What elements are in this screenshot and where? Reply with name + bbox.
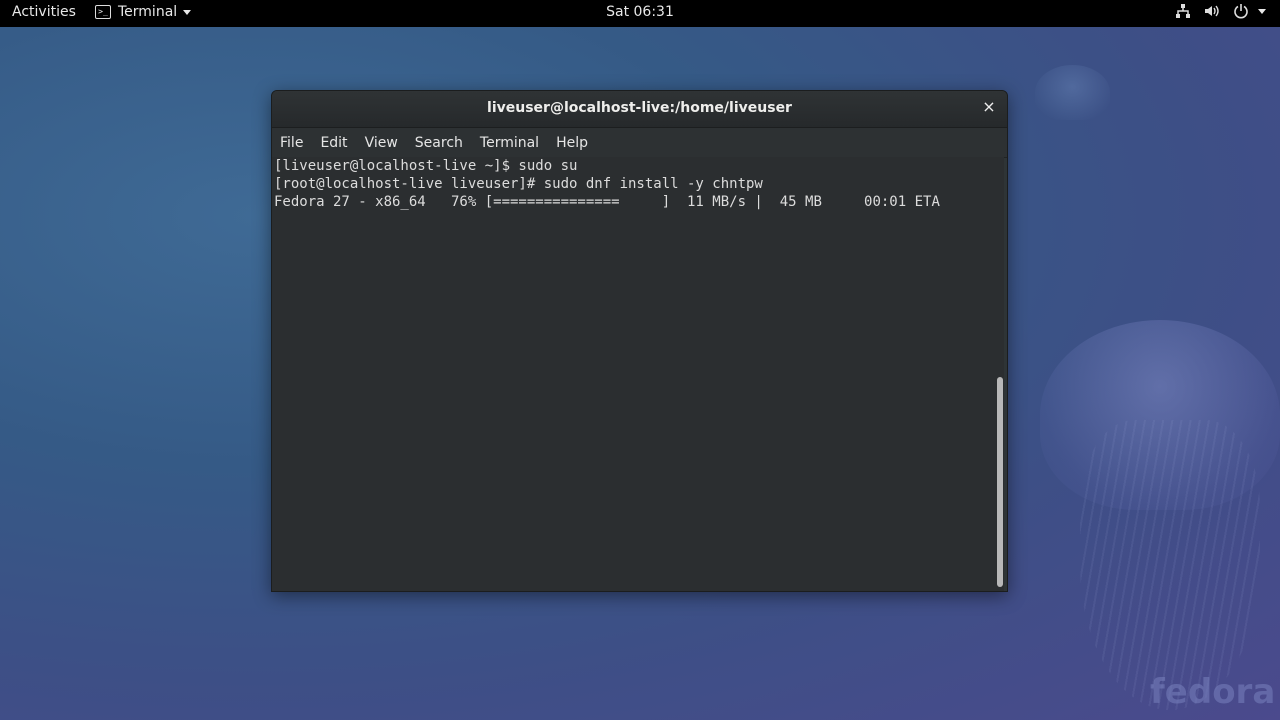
menu-edit[interactable]: Edit	[320, 135, 355, 151]
terminal-line: [root@localhost-live liveuser]# sudo dnf…	[274, 176, 763, 192]
menu-file[interactable]: File	[280, 135, 311, 151]
terminal-line: Fedora 27 - x86_64 76% [=============== …	[274, 194, 940, 210]
menu-terminal[interactable]: Terminal	[480, 135, 547, 151]
activities-button[interactable]: Activities	[12, 4, 76, 20]
menu-search[interactable]: Search	[415, 135, 471, 151]
terminal-icon: >_	[95, 5, 111, 19]
window-title: liveuser@localhost-live:/home/liveuser	[487, 100, 792, 116]
app-menu-label: Terminal	[118, 4, 178, 20]
menu-view[interactable]: View	[365, 135, 406, 151]
menu-bar: File Edit View Search Terminal Help	[272, 128, 1007, 158]
system-menu-chevron-down-icon[interactable]	[1258, 8, 1266, 14]
menu-help[interactable]: Help	[556, 135, 596, 151]
close-icon[interactable]: ×	[981, 99, 997, 115]
top-bar: Activities >_ Terminal Sat 06:31	[0, 0, 1280, 27]
background-jellyfish-tentacles	[1080, 420, 1260, 710]
background-jellyfish-small	[1035, 65, 1110, 120]
terminal-line: [liveuser@localhost-live ~]$ sudo su	[274, 158, 578, 174]
window-titlebar[interactable]: liveuser@localhost-live:/home/liveuser ×	[272, 91, 1007, 128]
app-menu-button[interactable]: >_ Terminal	[95, 4, 192, 20]
clock-button[interactable]: Sat 06:31	[606, 4, 674, 20]
system-tray[interactable]	[1175, 3, 1266, 19]
terminal-window: liveuser@localhost-live:/home/liveuser ×…	[271, 90, 1008, 592]
network-icon[interactable]	[1175, 3, 1191, 19]
power-icon[interactable]	[1233, 3, 1249, 19]
volume-icon[interactable]	[1204, 3, 1220, 19]
fedora-watermark-logo: fedora	[1150, 672, 1276, 712]
scrollbar-thumb[interactable]	[997, 377, 1003, 587]
chevron-down-icon	[183, 9, 192, 15]
terminal-output[interactable]: [liveuser@localhost-live ~]$ sudo su [ro…	[272, 157, 995, 591]
